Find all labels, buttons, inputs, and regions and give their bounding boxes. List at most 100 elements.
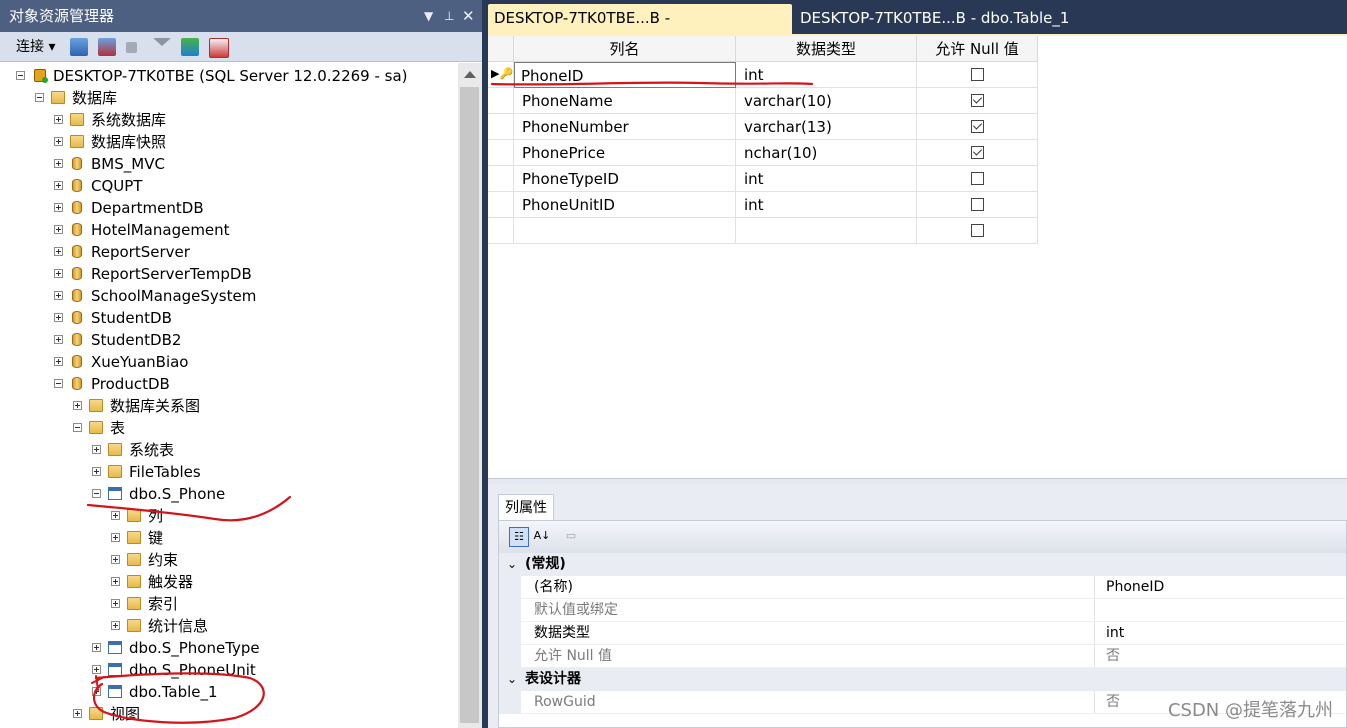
allow-nulls-checkbox[interactable] [971,94,984,107]
data-type-cell[interactable]: int [736,166,917,192]
collapse-toggle-icon[interactable] [35,93,44,102]
row-selector[interactable] [488,140,514,166]
row-selector[interactable] [488,166,514,192]
scroll-up-arrow-icon[interactable] [464,71,476,78]
data-type-cell[interactable]: int [736,62,917,88]
property-row-default-value[interactable]: 默认值或绑定 [499,599,1346,622]
row-selector[interactable] [488,114,514,140]
expand-toggle-icon[interactable] [92,687,101,696]
expand-toggle-icon[interactable] [54,291,63,300]
column-name-cell[interactable]: PhoneUnitID [514,192,736,218]
collapse-toggle-icon[interactable] [54,379,63,388]
expand-toggle-icon[interactable] [54,225,63,234]
property-value[interactable]: 否 [1095,645,1346,668]
allow-nulls-checkbox[interactable] [971,224,984,237]
expand-toggle-icon[interactable] [111,511,120,520]
allow-nulls-cell[interactable] [917,192,1038,218]
expand-toggle-icon[interactable] [92,643,101,652]
property-row-allow-nulls[interactable]: 允许 Null 值 否 [499,645,1346,668]
category-general[interactable]: ⌄ (常规) [499,553,1346,576]
expand-toggle-icon[interactable] [73,401,82,410]
expand-toggle-icon[interactable] [111,555,120,564]
collapse-category-icon[interactable]: ⌄ [507,553,517,576]
stop-icon[interactable] [126,42,137,53]
data-type-cell[interactable]: varchar(10) [736,88,917,114]
scrollbar-thumb[interactable] [460,87,479,723]
expand-toggle-icon[interactable] [111,599,120,608]
data-type-cell[interactable]: varchar(13) [736,114,917,140]
property-value[interactable]: PhoneID [1095,576,1346,599]
expand-toggle-icon[interactable] [111,533,120,542]
column-name-cell[interactable]: PhoneName [514,88,736,114]
property-value[interactable] [1095,599,1346,622]
expand-toggle-icon[interactable] [54,313,63,322]
expand-toggle-icon[interactable] [111,577,120,586]
collapse-toggle-icon[interactable] [92,489,101,498]
expand-toggle-icon[interactable] [92,467,101,476]
connect-server-icon[interactable] [70,38,88,56]
allow-nulls-checkbox[interactable] [971,172,984,185]
expand-toggle-icon[interactable] [54,137,63,146]
collapse-toggle-icon[interactable] [16,71,25,80]
allow-nulls-checkbox[interactable] [971,146,984,159]
expand-toggle-icon[interactable] [92,445,101,454]
database-icon [72,377,82,390]
tree-node-label: 系统数据库 [91,111,167,129]
close-panel-icon[interactable]: ✕ [462,0,475,32]
tree-scrollbar[interactable] [458,63,482,728]
categorized-icon[interactable]: ☷ [509,527,529,547]
filter-icon[interactable] [153,38,171,46]
tab-s-phone[interactable]: DESKTOP-7TK0TBE...B - dbo.S_Phone✕ [488,4,792,55]
tree-node-label: FileTables [129,463,201,481]
activity-monitor-icon[interactable] [209,38,229,58]
tab-table-1[interactable]: DESKTOP-7TK0TBE...B - dbo.Table_1 [794,4,1084,34]
property-pages-icon[interactable]: ▭ [561,527,581,547]
property-row-name[interactable]: (名称) PhoneID [499,576,1346,599]
allow-nulls-checkbox[interactable] [971,68,984,81]
tree-node-label: 键 [148,529,164,547]
column-properties-tab[interactable]: 列属性 [498,494,554,520]
expand-toggle-icon[interactable] [54,247,63,256]
row-selector[interactable] [488,88,514,114]
allow-nulls-checkbox[interactable] [971,198,984,211]
column-name-cell[interactable]: PhoneTypeID [514,166,736,192]
collapse-category-icon[interactable]: ⌄ [507,668,517,691]
property-row-data-type[interactable]: 数据类型 int [499,622,1346,645]
allow-nulls-cell[interactable] [917,114,1038,140]
connect-button[interactable]: 连接 ▾ [16,36,55,56]
data-type-cell[interactable]: nchar(10) [736,140,917,166]
allow-nulls-cell[interactable] [917,140,1038,166]
alphabetical-icon[interactable]: A↓ [532,527,552,547]
new-column-name-cell[interactable] [514,218,736,244]
expand-toggle-icon[interactable] [54,181,63,190]
data-type-cell[interactable]: int [736,192,917,218]
expand-toggle-icon[interactable] [54,203,63,212]
allow-nulls-cell[interactable] [917,218,1038,244]
database-icon [72,289,82,302]
column-name-cell[interactable]: PhoneID [514,62,736,88]
expand-toggle-icon[interactable] [54,357,63,366]
expand-toggle-icon[interactable] [54,335,63,344]
expand-toggle-icon[interactable] [92,665,101,674]
column-name-cell[interactable]: PhoneNumber [514,114,736,140]
category-table-designer[interactable]: ⌄ 表设计器 [499,668,1346,691]
row-selector[interactable] [488,192,514,218]
property-value[interactable]: int [1095,622,1346,645]
allow-nulls-cell[interactable] [917,62,1038,88]
expand-toggle-icon[interactable] [54,159,63,168]
expand-toggle-icon[interactable] [111,621,120,630]
allow-nulls-cell[interactable] [917,166,1038,192]
disconnect-icon[interactable] [98,38,116,56]
expand-toggle-icon[interactable] [54,115,63,124]
refresh-icon[interactable] [181,38,199,56]
panel-menu-icon[interactable]: ▼ [424,0,433,32]
pin-icon[interactable]: ⊥ [444,0,454,32]
expand-toggle-icon[interactable] [73,709,82,718]
expand-toggle-icon[interactable] [54,269,63,278]
column-name-cell[interactable]: PhonePrice [514,140,736,166]
allow-nulls-cell[interactable] [917,88,1038,114]
allow-nulls-checkbox[interactable] [971,120,984,133]
collapse-toggle-icon[interactable] [73,423,82,432]
new-data-type-cell[interactable] [736,218,917,244]
row-selector[interactable] [488,218,514,244]
